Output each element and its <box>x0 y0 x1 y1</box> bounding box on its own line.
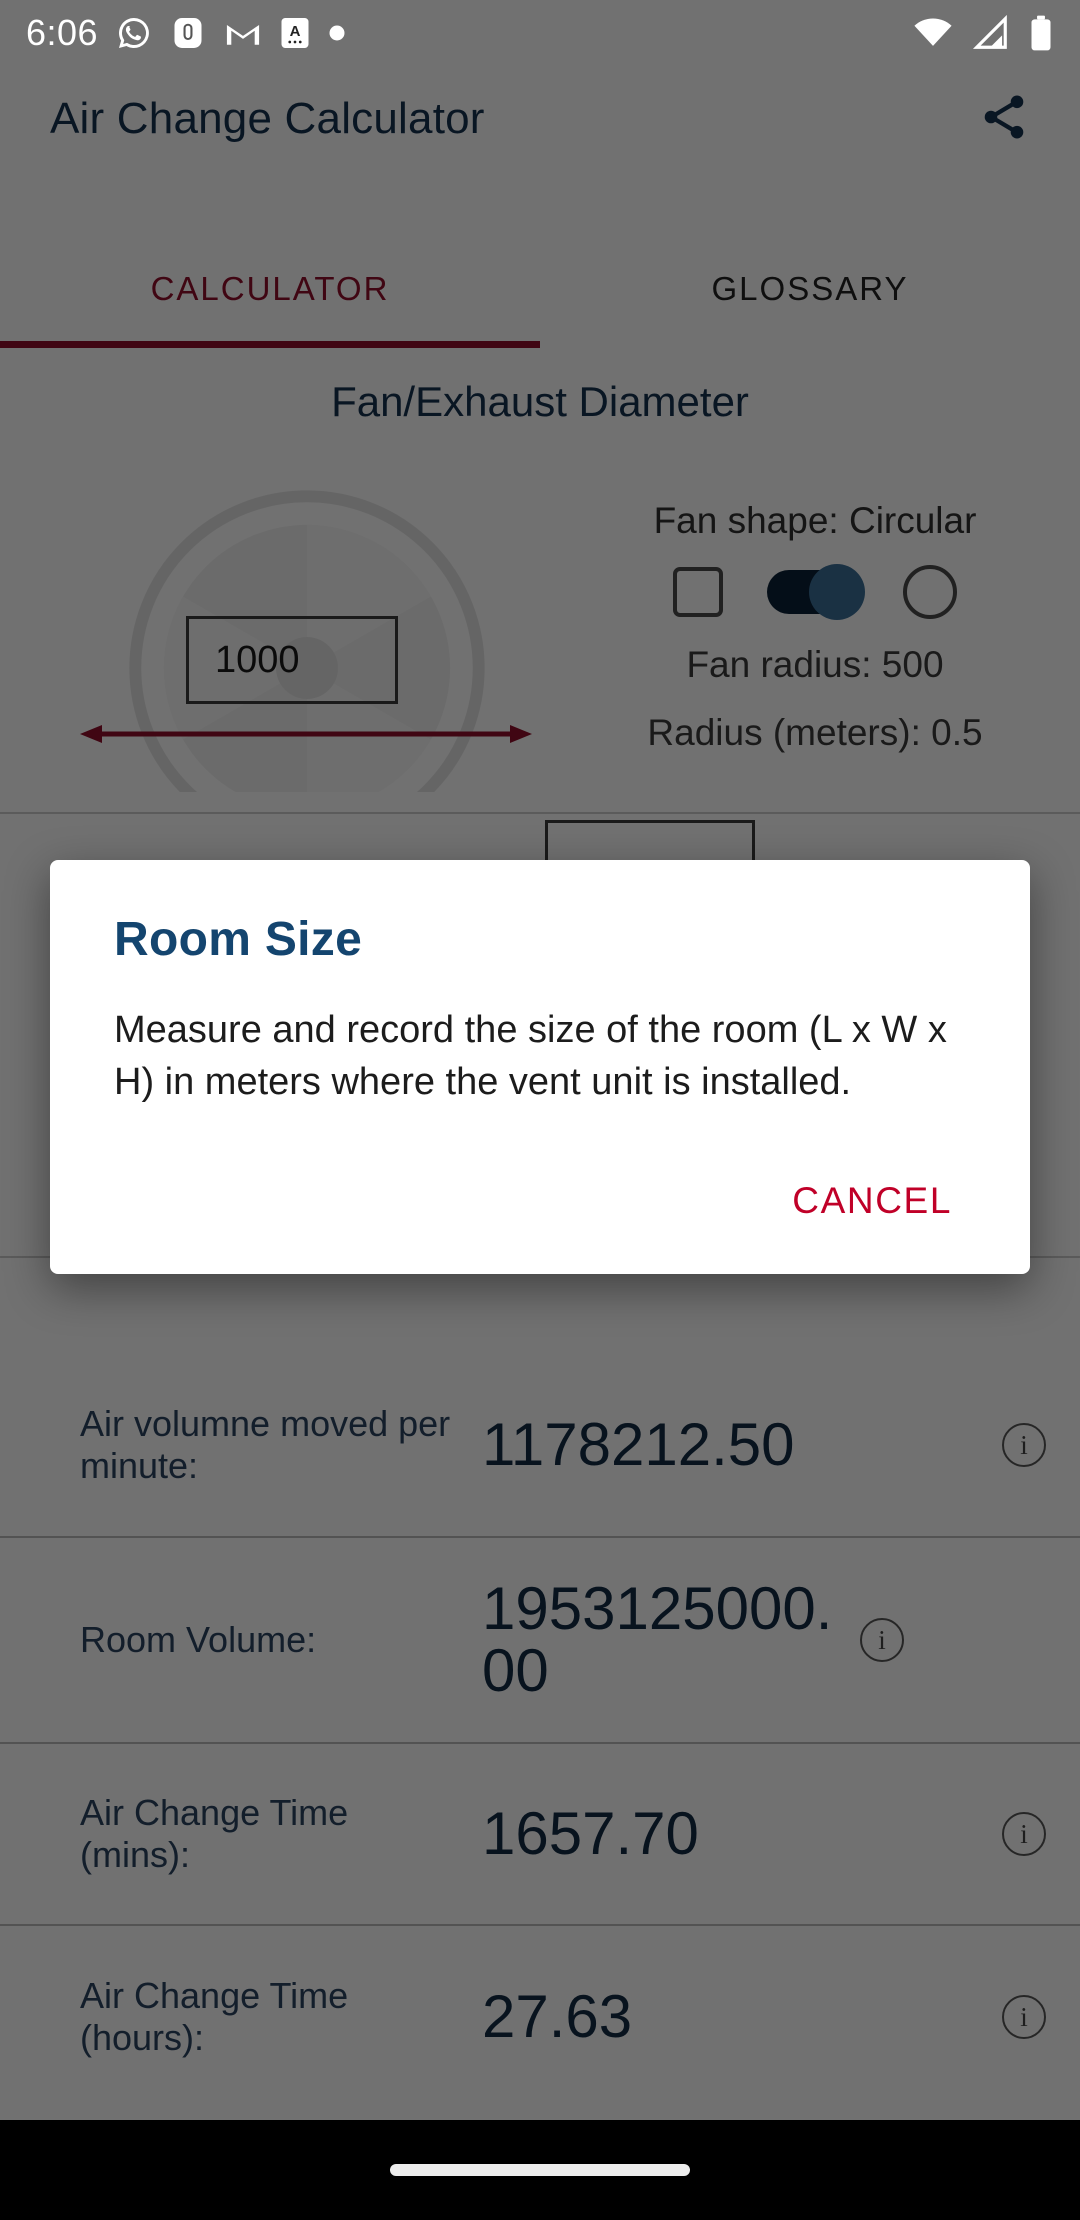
svg-text:A: A <box>290 23 301 40</box>
status-time: 6:06 <box>26 12 99 53</box>
status-bar-right <box>912 14 1054 52</box>
a-app-icon: A <box>281 18 309 48</box>
cell-signal-icon <box>972 15 1007 49</box>
whatsapp-icon <box>119 18 149 48</box>
u-app-icon <box>174 18 202 48</box>
status-bar-left: 6:06 A <box>26 12 346 54</box>
dialog-title: Room Size <box>114 913 363 966</box>
gmail-icon <box>227 24 260 45</box>
status-bar: 6:06 A <box>0 0 1080 66</box>
system-nav-bar <box>0 2120 1080 2220</box>
cancel-button[interactable]: CANCEL <box>778 1170 966 1232</box>
phone-screen: Fan/Exhaust Diameter 1000 Fan shape: Cir… <box>0 0 1080 2220</box>
battery-icon <box>1031 15 1051 51</box>
dialog-actions: CANCEL <box>114 1170 966 1248</box>
dialog-body: Measure and record the size of the room … <box>114 1009 947 1103</box>
wifi-icon <box>914 18 952 46</box>
dot-icon <box>329 25 345 41</box>
room-size-dialog: Room Size Measure and record the size of… <box>50 860 1030 1275</box>
home-indicator[interactable] <box>390 2164 690 2176</box>
